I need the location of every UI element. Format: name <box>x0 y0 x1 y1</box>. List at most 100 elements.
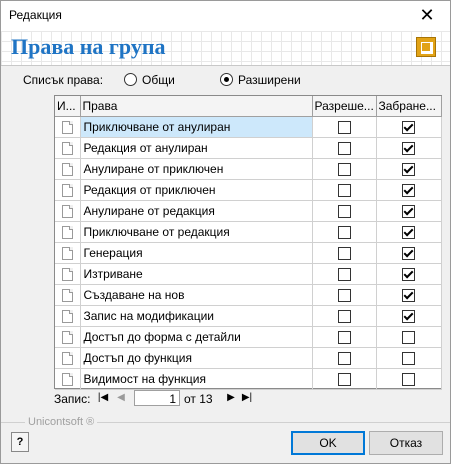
right-name[interactable]: Генерация <box>80 242 313 264</box>
allowed-checkbox[interactable] <box>337 352 351 366</box>
column-header-allowed[interactable]: Разреше... <box>312 96 377 117</box>
radio-extended[interactable]: Разширени <box>220 73 301 87</box>
right-name[interactable]: Създаване на нов <box>80 284 313 306</box>
table-row[interactable]: Достъп до функция <box>55 347 442 369</box>
denied-checkbox[interactable] <box>402 310 415 324</box>
allowed-checkbox[interactable] <box>337 205 351 219</box>
allowed-checkbox[interactable] <box>337 331 351 345</box>
rights-grid: И... Права Разреше... Забране... Приключ… <box>54 95 442 390</box>
right-name[interactable]: Изтриване <box>80 263 313 285</box>
document-icon <box>62 352 73 366</box>
grid-header-row: И... Права Разреше... Забране... <box>55 96 442 117</box>
document-icon <box>62 142 73 156</box>
row-icon-cell <box>55 137 81 159</box>
close-icon[interactable]: ✕ <box>404 1 450 31</box>
table-row[interactable]: Приключване от анулиран <box>55 116 442 138</box>
help-icon[interactable]: ? <box>11 432 29 452</box>
right-name[interactable]: Запис на модификации <box>80 305 313 327</box>
row-icon-cell <box>55 221 81 243</box>
denied-cell <box>376 305 442 327</box>
right-name[interactable]: Редакция от анулиран <box>80 137 313 159</box>
allowed-checkbox[interactable] <box>337 247 351 261</box>
document-icon <box>62 268 73 282</box>
table-row[interactable]: Достъп до форма с детайли <box>55 326 442 348</box>
table-row[interactable]: Генерация <box>55 242 442 264</box>
table-row[interactable]: Редакция от анулиран <box>55 137 442 159</box>
denied-cell <box>376 137 442 159</box>
record-count: от 13 <box>184 392 213 406</box>
allowed-cell <box>312 284 377 306</box>
denied-checkbox[interactable] <box>402 163 415 177</box>
denied-checkbox[interactable] <box>402 226 415 240</box>
allowed-checkbox[interactable] <box>337 163 351 177</box>
allowed-checkbox[interactable] <box>337 373 351 387</box>
table-row[interactable]: Редакция от приключен <box>55 179 442 201</box>
right-name[interactable]: Анулиране от редакция <box>80 200 313 222</box>
denied-checkbox[interactable] <box>402 184 415 198</box>
denied-cell <box>376 263 442 285</box>
document-icon <box>62 289 73 303</box>
allowed-checkbox[interactable] <box>337 121 351 135</box>
cancel-button[interactable]: Отказ <box>369 431 443 455</box>
right-name[interactable]: Редакция от приключен <box>80 179 313 201</box>
denied-cell <box>376 116 442 138</box>
brand-label: Unicontsoft ® <box>25 416 98 428</box>
denied-checkbox[interactable] <box>402 247 415 261</box>
right-name[interactable]: Приключване от редакция <box>80 221 313 243</box>
radio-extended-label: Разширени <box>238 73 301 87</box>
table-row[interactable]: Видимост на функция <box>55 368 442 390</box>
document-icon <box>62 373 73 387</box>
record-navigator: Запис: |◀ ◀ 1 от 13 ▶ ▶| <box>54 389 440 409</box>
right-name[interactable]: Видимост на функция <box>80 368 313 390</box>
denied-checkbox[interactable] <box>402 352 415 366</box>
denied-checkbox[interactable] <box>402 121 415 135</box>
table-row[interactable]: Изтриване <box>55 263 442 285</box>
row-icon-cell <box>55 179 81 201</box>
denied-checkbox[interactable] <box>402 331 415 345</box>
allowed-checkbox[interactable] <box>337 268 351 282</box>
table-row[interactable]: Анулиране от приключен <box>55 158 442 180</box>
allowed-cell <box>312 347 377 369</box>
next-record-icon[interactable]: ▶ <box>224 391 238 405</box>
radio-general[interactable]: Общи <box>124 73 175 87</box>
denied-checkbox[interactable] <box>402 373 415 387</box>
denied-cell <box>376 158 442 180</box>
allowed-cell <box>312 242 377 264</box>
ok-button[interactable]: OK <box>291 431 365 455</box>
allowed-checkbox[interactable] <box>337 310 351 324</box>
prev-record-icon[interactable]: ◀ <box>114 391 128 405</box>
current-record-input[interactable]: 1 <box>134 390 180 406</box>
column-header-icon[interactable]: И... <box>55 96 81 117</box>
document-icon <box>62 184 73 198</box>
column-header-denied[interactable]: Забране... <box>376 96 442 117</box>
document-icon <box>62 247 73 261</box>
page-title: Права на група <box>11 34 166 59</box>
denied-cell <box>376 200 442 222</box>
denied-checkbox[interactable] <box>402 205 415 219</box>
row-icon-cell <box>55 116 81 138</box>
allowed-cell <box>312 137 377 159</box>
denied-checkbox[interactable] <box>402 142 415 156</box>
radio-circle-selected-icon <box>220 73 233 86</box>
denied-checkbox[interactable] <box>402 289 415 303</box>
right-name[interactable]: Анулиране от приключен <box>80 158 313 180</box>
right-name[interactable]: Достъп до форма с детайли <box>80 326 313 348</box>
allowed-checkbox[interactable] <box>337 289 351 303</box>
last-record-icon[interactable]: ▶| <box>240 391 254 405</box>
table-row[interactable]: Анулиране от редакция <box>55 200 442 222</box>
table-row[interactable]: Запис на модификации <box>55 305 442 327</box>
denied-cell <box>376 347 442 369</box>
first-record-icon[interactable]: |◀ <box>96 391 110 405</box>
denied-cell <box>376 179 442 201</box>
table-row[interactable]: Приключване от редакция <box>55 221 442 243</box>
allowed-checkbox[interactable] <box>337 184 351 198</box>
right-name[interactable]: Приключване от анулиран <box>80 116 313 138</box>
table-row[interactable]: Създаване на нов <box>55 284 442 306</box>
denied-checkbox[interactable] <box>402 268 415 282</box>
right-name[interactable]: Достъп до функция <box>80 347 313 369</box>
column-header-rights[interactable]: Права <box>80 96 313 117</box>
allowed-checkbox[interactable] <box>337 142 351 156</box>
allowed-checkbox[interactable] <box>337 226 351 240</box>
row-icon-cell <box>55 242 81 264</box>
navigator-label: Запис: <box>54 392 91 406</box>
